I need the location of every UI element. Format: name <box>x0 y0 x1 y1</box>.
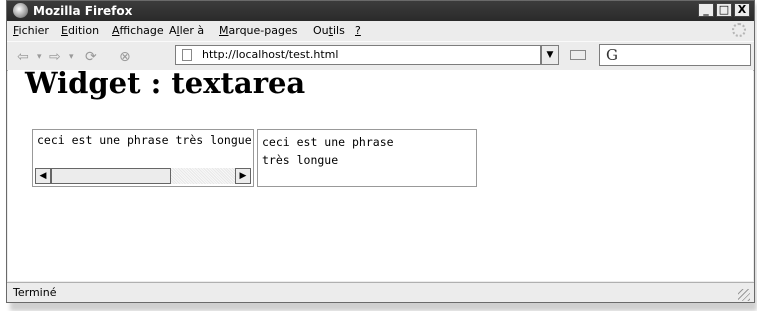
status-bar: Terminé <box>7 282 754 303</box>
title-bar[interactable]: Mozilla Firefox _ □ X <box>7 1 754 21</box>
menu-aide[interactable]: ? <box>355 21 361 41</box>
go-icon[interactable] <box>570 50 586 60</box>
search-engine-icon[interactable]: G <box>606 45 618 65</box>
throbber-icon <box>732 23 746 37</box>
menu-marque-pages[interactable]: Marque-pages <box>219 21 297 41</box>
scroll-right-icon[interactable]: ▶ <box>235 168 251 184</box>
textarea-nowrap[interactable]: ceci est une phrase très longue ◀ ▶ <box>32 129 254 187</box>
url-bar[interactable]: http://localhost/test.html <box>175 45 541 65</box>
page-heading: Widget : textarea <box>25 66 306 100</box>
minimize-button[interactable]: _ <box>698 3 714 17</box>
menu-aller[interactable]: Aller à <box>169 21 204 41</box>
textarea-wrap[interactable]: ceci est une phrase très longue <box>257 129 477 187</box>
window-title: Mozilla Firefox <box>33 4 133 18</box>
reload-icon[interactable]: ⟳ <box>85 49 97 65</box>
menu-fichier[interactable]: Fichier <box>13 21 49 41</box>
resize-grip-icon[interactable] <box>738 289 750 301</box>
menu-edition[interactable]: Edition <box>61 21 99 41</box>
url-text: http://localhost/test.html <box>202 48 339 61</box>
browser-window: Mozilla Firefox _ □ X Fichier Edition Af… <box>6 0 755 303</box>
maximize-button[interactable]: □ <box>716 3 732 17</box>
forward-icon[interactable]: ⇨ <box>49 49 61 65</box>
back-dropdown-icon[interactable]: ▾ <box>37 52 42 62</box>
scroll-left-icon[interactable]: ◀ <box>35 168 51 184</box>
scrollbar-thumb[interactable] <box>51 168 171 184</box>
menu-bar: Fichier Edition Affichage Aller à Marque… <box>7 21 754 41</box>
close-button[interactable]: X <box>734 3 750 17</box>
stop-icon[interactable]: ⊗ <box>119 49 131 65</box>
url-dropdown-button[interactable]: ▼ <box>541 45 559 65</box>
textarea-nowrap-text: ceci est une phrase très longue <box>37 133 252 147</box>
status-text: Terminé <box>13 286 57 299</box>
menu-outils[interactable]: Outils <box>313 21 345 41</box>
horizontal-scrollbar[interactable]: ◀ ▶ <box>35 168 251 184</box>
page-icon <box>182 49 192 61</box>
menu-affichage[interactable]: Affichage <box>112 21 164 41</box>
back-icon[interactable]: ⇦ <box>17 49 29 65</box>
firefox-logo-icon <box>13 3 28 18</box>
textarea-wrap-text: ceci est une phrase très longue <box>262 135 394 167</box>
forward-dropdown-icon[interactable]: ▾ <box>69 52 74 62</box>
search-bar[interactable]: G <box>599 44 751 66</box>
